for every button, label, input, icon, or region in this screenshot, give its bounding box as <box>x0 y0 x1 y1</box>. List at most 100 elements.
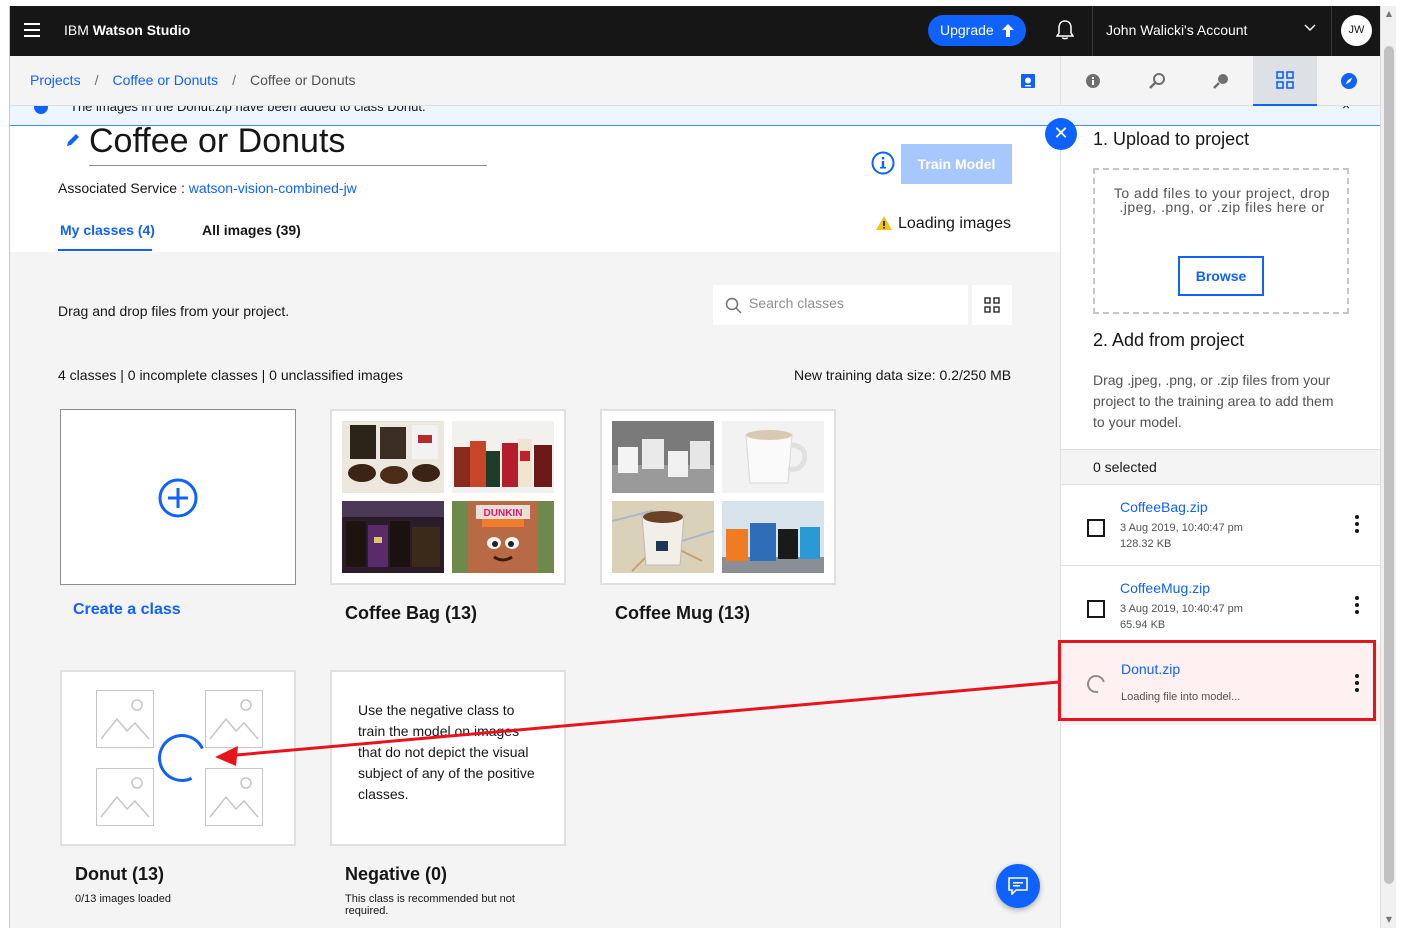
service-link[interactable]: watson-vision-combined-jw <box>189 180 357 196</box>
class-stats: 4 classes | 0 incomplete classes | 0 unc… <box>58 367 403 383</box>
search-input[interactable] <box>749 295 959 311</box>
page-title[interactable]: Coffee or Donuts <box>89 122 487 166</box>
search-icon <box>725 297 742 314</box>
image-placeholder-icon <box>96 768 154 826</box>
file-name[interactable]: CoffeeBag.zip <box>1120 499 1208 515</box>
class-thumbnail <box>452 421 554 493</box>
train-model-button[interactable]: Train Model <box>901 144 1012 184</box>
warning-icon <box>876 216 892 230</box>
close-icon[interactable]: × <box>1342 106 1350 113</box>
class-name-coffee-bag[interactable]: Coffee Bag (13) <box>345 603 477 624</box>
class-name-donut[interactable]: Donut (13) <box>75 864 164 885</box>
class-thumbnail <box>612 501 714 573</box>
tab-find[interactable] <box>1189 56 1253 106</box>
class-thumbnail <box>612 421 714 493</box>
divider <box>1092 6 1093 56</box>
annotation-highlight-box <box>1058 640 1376 721</box>
tab-search[interactable] <box>1125 56 1189 106</box>
brand-name: Watson Studio <box>92 22 191 38</box>
class-card-negative[interactable]: Use the negative class to train the mode… <box>330 670 566 846</box>
divider <box>1331 6 1332 56</box>
class-card-donut[interactable] <box>60 670 296 846</box>
data-panel: 1. Upload to project To add files to you… <box>1060 126 1380 928</box>
file-checkbox[interactable] <box>1087 600 1105 618</box>
breadcrumb: Projects / Coffee or Donuts / Coffee or Donu… <box>30 72 356 88</box>
training-area: Drag and drop files from your project. 4… <box>10 252 1060 928</box>
chevron-down-icon[interactable] <box>1304 24 1316 32</box>
scroll-down-icon[interactable]: ▼ <box>1384 915 1394 925</box>
model-settings-icon[interactable] <box>1020 73 1036 89</box>
file-checkbox[interactable] <box>1087 519 1105 537</box>
edit-pencil-icon[interactable] <box>65 132 81 148</box>
notification-text: The images in the Donut.zip have been ad… <box>70 106 426 114</box>
browse-button[interactable]: Browse <box>1178 256 1264 296</box>
file-name[interactable]: CoffeeMug.zip <box>1120 580 1210 596</box>
chat-button[interactable] <box>996 864 1040 908</box>
tab-my-classes[interactable]: My classes (4) <box>60 222 155 238</box>
breadcrumb-project[interactable]: Coffee or Donuts <box>112 72 218 88</box>
class-name-negative[interactable]: Negative (0) <box>345 864 447 885</box>
class-name-coffee-mug[interactable]: Coffee Mug (13) <box>615 603 750 624</box>
notification-bell-icon[interactable] <box>1056 20 1074 40</box>
image-placeholder-icon <box>205 690 263 748</box>
coffee-beans-image <box>342 421 444 493</box>
loading-status: Loading images <box>876 215 1011 233</box>
class-thumbnail <box>722 421 824 493</box>
upgrade-arrow-icon <box>1002 24 1014 37</box>
loading-spinner-icon <box>151 727 213 789</box>
dropzone-text: To add files to your project, drop .jpeg… <box>1113 185 1331 215</box>
dunkin-bag-image: DUNKIN <box>452 501 554 573</box>
tab-info[interactable] <box>1061 56 1125 106</box>
class-thumbnail <box>342 421 444 493</box>
info-icon <box>34 106 48 114</box>
class-thumbnail <box>342 501 444 573</box>
active-tab-indicator <box>58 249 152 251</box>
overflow-menu-icon[interactable] <box>1355 515 1361 536</box>
upgrade-button[interactable]: Upgrade <box>928 15 1026 46</box>
brand[interactable]: IBM Watson Studio <box>64 22 190 38</box>
upgrade-label: Upgrade <box>940 22 994 38</box>
scroll-up-icon[interactable]: ▲ <box>1384 9 1394 19</box>
selected-count: 0 selected <box>1093 459 1157 475</box>
create-class-card[interactable] <box>60 409 296 585</box>
cup-image <box>722 421 824 493</box>
scrollbar[interactable]: ▲ ▼ <box>1380 6 1396 928</box>
coffee-display-image <box>342 501 444 573</box>
breadcrumb-projects[interactable]: Projects <box>30 72 81 88</box>
selection-bar: 0 selected <box>1061 449 1380 485</box>
colored-mugs-image <box>722 501 824 573</box>
file-size: 65.94 KB <box>1120 619 1166 631</box>
coffee-on-map-image <box>612 501 714 573</box>
add-circle-icon <box>158 478 198 518</box>
file-row[interactable]: CoffeeBag.zip 3 Aug 2019, 10:40:47 pm 12… <box>1061 485 1380 566</box>
close-panel-button[interactable]: ✕ <box>1045 118 1077 150</box>
side-panel-tabs <box>1060 56 1380 106</box>
datasize-label: New training data size: <box>794 367 936 383</box>
top-bar: IBM Watson Studio Upgrade John Walicki's… <box>10 6 1380 56</box>
info-icon[interactable] <box>871 151 895 175</box>
overflow-menu-icon[interactable] <box>1355 596 1361 617</box>
file-date: 3 Aug 2019, 10:40:47 pm <box>1120 603 1243 615</box>
hamburger-menu-icon[interactable] <box>24 23 40 37</box>
scrollbar-thumb[interactable] <box>1384 46 1394 884</box>
search-classes <box>713 285 968 325</box>
avatar[interactable]: JW <box>1341 15 1372 46</box>
breadcrumb-separator: / <box>232 72 236 88</box>
create-class-link[interactable]: Create a class <box>73 601 181 619</box>
account-switcher[interactable]: John Walicki's Account <box>1106 22 1247 38</box>
app-window: IBM Watson Studio Upgrade John Walicki's… <box>9 6 1380 928</box>
file-row[interactable]: CoffeeMug.zip 3 Aug 2019, 10:40:47 pm 65… <box>1061 566 1380 647</box>
compass-icon <box>1341 73 1357 89</box>
tab-explore[interactable] <box>1317 56 1380 106</box>
search-assets-icon <box>1149 73 1165 89</box>
tab-all-images[interactable]: All images (39) <box>202 222 301 238</box>
tab-data[interactable] <box>1253 56 1317 106</box>
drag-hint: Drag and drop files from your project. <box>58 303 290 319</box>
upload-title: 1. Upload to project <box>1093 129 1250 149</box>
grid-view-button[interactable] <box>972 285 1012 325</box>
class-thumbnail: DUNKIN <box>452 501 554 573</box>
associated-service: Associated Service : watson-vision-combi… <box>58 180 357 196</box>
class-card-coffee-mug[interactable] <box>600 409 836 585</box>
file-dropzone[interactable]: To add files to your project, drop .jpeg… <box>1093 168 1349 314</box>
class-card-coffee-bag[interactable]: DUNKIN <box>330 409 566 585</box>
